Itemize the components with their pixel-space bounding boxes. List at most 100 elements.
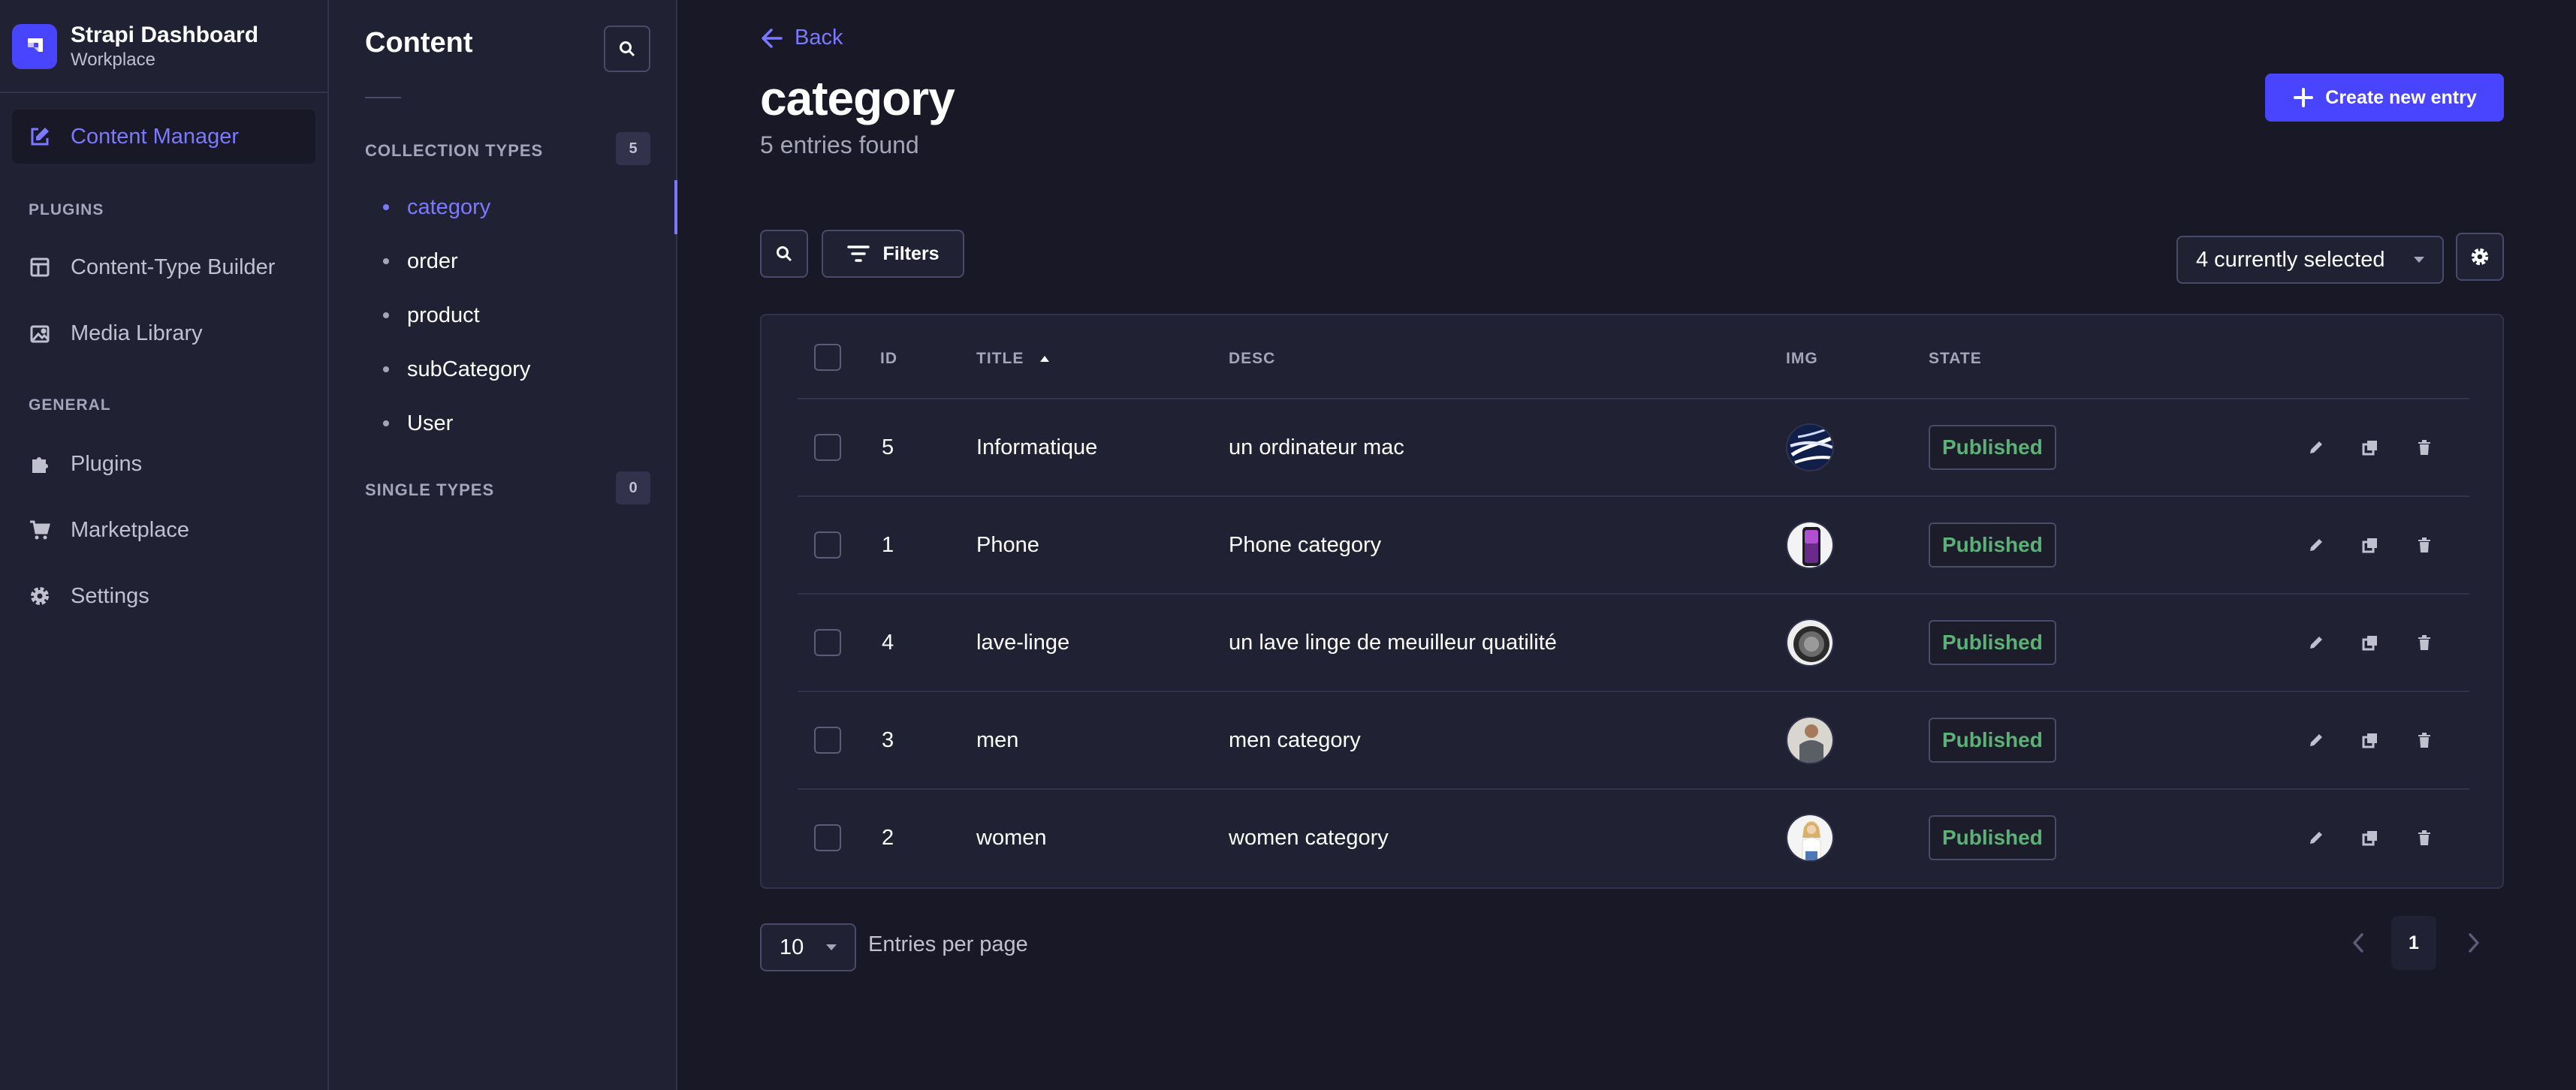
plus-icon bbox=[2294, 88, 2314, 107]
collection-link-label: User bbox=[407, 411, 454, 435]
select-all-checkbox[interactable] bbox=[814, 344, 841, 371]
collection-link-label: subCategory bbox=[407, 357, 531, 381]
nav-section-plugins: PLUGINS bbox=[29, 201, 104, 218]
edit-pencil-icon[interactable] bbox=[2301, 530, 2331, 560]
collection-link-order[interactable]: order bbox=[329, 234, 676, 288]
trash-icon[interactable] bbox=[2409, 725, 2439, 755]
nav-item-media-library[interactable]: Media Library bbox=[12, 306, 315, 360]
image-icon bbox=[27, 321, 53, 346]
trash-icon[interactable] bbox=[2409, 823, 2439, 853]
filters-button[interactable]: Filters bbox=[822, 230, 964, 278]
row-title: lave-linge bbox=[976, 631, 1070, 655]
brand[interactable]: Strapi Dashboard Workplace bbox=[12, 15, 258, 78]
nav-item-marketplace[interactable]: Marketplace bbox=[12, 503, 315, 557]
duplicate-icon[interactable] bbox=[2355, 823, 2385, 853]
nav-item-content-manager[interactable]: Content Manager bbox=[12, 110, 315, 164]
duplicate-icon[interactable] bbox=[2355, 432, 2385, 462]
puzzle-icon bbox=[27, 451, 53, 477]
nav-item-content-type-builder[interactable]: Content-Type Builder bbox=[12, 240, 315, 294]
edit-pencil-icon[interactable] bbox=[2301, 823, 2331, 853]
sort-ascending-icon bbox=[1040, 356, 1050, 362]
row-checkbox[interactable] bbox=[814, 727, 841, 754]
table-row[interactable]: 2 women women category Published bbox=[798, 788, 2469, 886]
column-header-title-label: TITLE bbox=[976, 350, 1024, 367]
nav-label: Media Library bbox=[71, 321, 203, 345]
sub-nav-search-button[interactable] bbox=[604, 26, 650, 72]
nav-label: Content-Type Builder bbox=[71, 254, 276, 279]
row-desc: Phone category bbox=[1229, 533, 1382, 557]
duplicate-icon[interactable] bbox=[2355, 725, 2385, 755]
create-button-label: Create new entry bbox=[2325, 86, 2477, 108]
bullet-icon bbox=[383, 312, 389, 318]
page-title: category bbox=[760, 71, 955, 125]
duplicate-icon[interactable] bbox=[2355, 628, 2385, 658]
back-link[interactable]: Back bbox=[760, 26, 843, 50]
trash-icon[interactable] bbox=[2409, 530, 2439, 560]
row-desc: un ordinateur mac bbox=[1229, 435, 1404, 459]
sub-nav-title: Content bbox=[365, 27, 473, 59]
collection-types-count: 5 bbox=[616, 132, 650, 165]
brand-subtitle: Workplace bbox=[71, 50, 155, 70]
table-row[interactable]: 4 lave-linge un lave linge de meuilleur … bbox=[798, 593, 2469, 691]
column-header-id[interactable]: ID bbox=[880, 350, 897, 368]
collection-link-category[interactable]: category bbox=[329, 180, 677, 234]
duplicate-icon[interactable] bbox=[2355, 530, 2385, 560]
nav-item-settings[interactable]: Settings bbox=[12, 569, 315, 623]
row-checkbox[interactable] bbox=[814, 531, 841, 559]
collection-link-product[interactable]: product bbox=[329, 288, 676, 342]
edit-pencil-icon[interactable] bbox=[2301, 432, 2331, 462]
trash-icon[interactable] bbox=[2409, 628, 2439, 658]
row-title: women bbox=[976, 826, 1047, 850]
column-header-state: STATE bbox=[1929, 350, 1982, 367]
filter-icon bbox=[847, 245, 870, 262]
row-id: 2 bbox=[882, 826, 894, 850]
bullet-icon bbox=[383, 366, 389, 372]
status-badge: Published bbox=[1929, 522, 2056, 568]
previous-page-chevron-icon[interactable] bbox=[2343, 928, 2373, 958]
row-title: Phone bbox=[976, 533, 1039, 557]
row-id: 1 bbox=[882, 533, 894, 557]
row-desc: un lave linge de meuilleur quatilité bbox=[1229, 631, 1557, 655]
column-header-title[interactable]: TITLE bbox=[976, 350, 1051, 368]
entries-table: ID TITLE DESC IMG STATE 5 Informatique u… bbox=[760, 314, 2504, 889]
table-row[interactable]: 5 Informatique un ordinateur mac Publish… bbox=[798, 398, 2469, 495]
columns-select[interactable]: 4 currently selected bbox=[2176, 236, 2444, 284]
phone-thumbnail bbox=[1786, 521, 1834, 569]
single-types-count: 0 bbox=[616, 471, 650, 504]
collection-link-subcategory[interactable]: subCategory bbox=[329, 342, 676, 396]
row-desc: men category bbox=[1229, 728, 1361, 752]
row-desc: women category bbox=[1229, 826, 1389, 850]
table-settings-button[interactable] bbox=[2456, 233, 2504, 281]
table-row[interactable]: 1 Phone Phone category Published bbox=[798, 495, 2469, 593]
search-icon bbox=[620, 41, 635, 57]
trash-icon[interactable] bbox=[2409, 432, 2439, 462]
table-search-button[interactable] bbox=[760, 230, 808, 278]
pencil-square-icon bbox=[27, 124, 53, 149]
collection-link-label: category bbox=[407, 194, 491, 219]
row-checkbox[interactable] bbox=[814, 434, 841, 461]
next-page-chevron-icon[interactable] bbox=[2459, 928, 2489, 958]
nav-label: Plugins bbox=[71, 451, 143, 476]
collection-link-label: product bbox=[407, 303, 480, 327]
collection-link-user[interactable]: User bbox=[329, 396, 676, 450]
row-id: 4 bbox=[882, 631, 894, 655]
row-title: men bbox=[976, 728, 1019, 752]
nav-item-plugins[interactable]: Plugins bbox=[12, 437, 315, 491]
row-checkbox[interactable] bbox=[814, 824, 841, 851]
row-title: Informatique bbox=[976, 435, 1098, 459]
collection-link-label: order bbox=[407, 248, 458, 273]
status-badge: Published bbox=[1929, 815, 2056, 860]
strapi-logo-icon bbox=[12, 24, 57, 69]
entries-per-page-label: Entries per page bbox=[868, 932, 1028, 956]
entries-per-page-select[interactable]: 10 bbox=[760, 923, 856, 971]
edit-pencil-icon[interactable] bbox=[2301, 628, 2331, 658]
create-new-entry-button[interactable]: Create new entry bbox=[2265, 74, 2504, 122]
bullet-icon bbox=[383, 258, 389, 264]
nav-label: Marketplace bbox=[71, 517, 189, 542]
page-number-button[interactable]: 1 bbox=[2391, 916, 2436, 970]
edit-pencil-icon[interactable] bbox=[2301, 725, 2331, 755]
table-row[interactable]: 3 men men category Published bbox=[798, 691, 2469, 788]
column-header-desc[interactable]: DESC bbox=[1229, 350, 1275, 368]
row-checkbox[interactable] bbox=[814, 629, 841, 656]
apple-logo-thumbnail bbox=[1786, 423, 1834, 471]
